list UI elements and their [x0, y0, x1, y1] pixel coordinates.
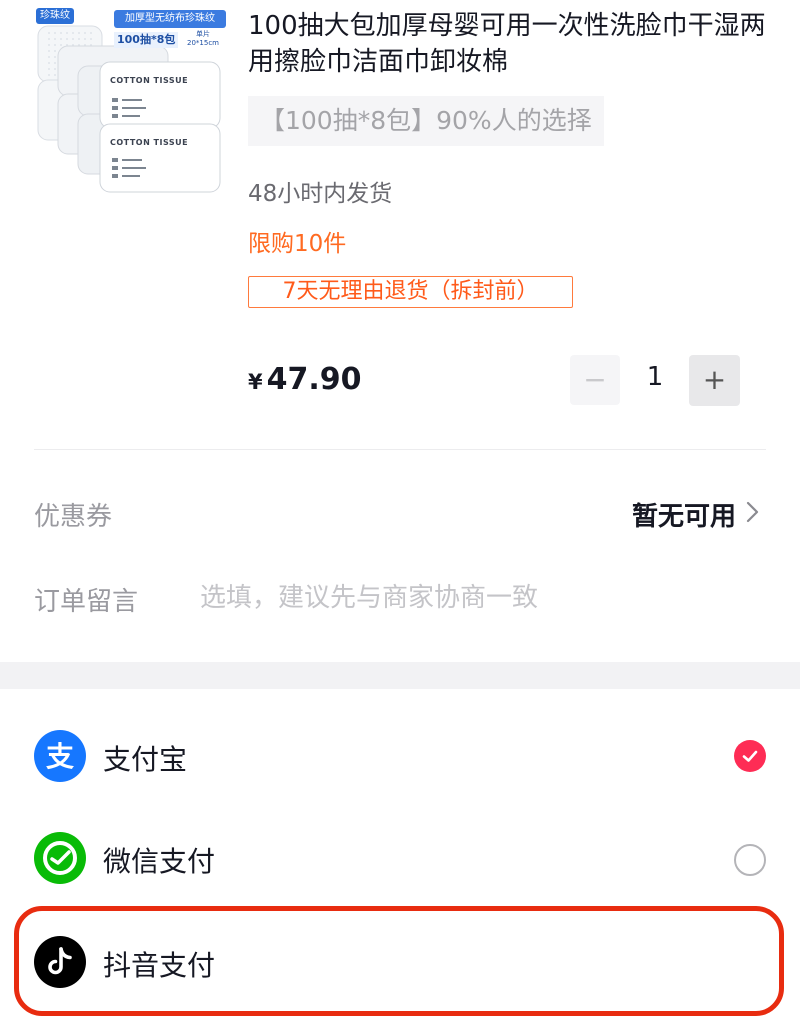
image-size-label: 单片 20*15cm — [187, 30, 219, 47]
price: ¥47.90 — [248, 362, 362, 397]
memo-input[interactable] — [200, 578, 760, 618]
coupon-label: 优惠券 — [34, 502, 113, 532]
image-pack-label: COTTON TISSUE — [110, 76, 189, 85]
payment-name: 微信支付 — [103, 845, 216, 878]
payment-option-wechat[interactable]: 微信支付 — [0, 808, 800, 908]
product-spec[interactable]: 【100抽*8包】90%人的选择 — [248, 96, 604, 146]
quantity-minus-button[interactable]: − — [570, 355, 620, 405]
shipping-info: 48小时内发货 — [248, 181, 393, 207]
product-title: 100抽大包加厚母婴可用一次性洗脸巾干湿两用擦脸巾洁面巾卸妆棉 — [248, 11, 766, 77]
payment-option-alipay[interactable]: 支 支付宝 — [0, 706, 800, 806]
return-policy-badge: 7天无理由退货（拆封前） — [248, 276, 573, 308]
quantity-plus-button[interactable]: + — [689, 355, 740, 406]
payment-name: 支付宝 — [103, 743, 188, 776]
image-count-label: 100抽*8包 — [114, 32, 179, 48]
chevron-right-icon[interactable] — [746, 500, 760, 524]
product-image[interactable]: 珍珠纹 加厚型无纺布珍珠纹 100抽*8包 单片 20*15cm COTTON … — [34, 6, 228, 194]
image-badge: 珍珠纹 — [36, 8, 74, 24]
alipay-icon: 支 — [34, 730, 86, 782]
svg-text:支: 支 — [46, 740, 74, 773]
divider — [34, 449, 766, 450]
purchase-limit: 限购10件 — [248, 231, 347, 257]
wechat-pay-icon — [34, 832, 86, 884]
radio-checked-icon[interactable] — [734, 740, 766, 772]
section-gap — [0, 662, 800, 689]
memo-label: 订单留言 — [34, 587, 139, 617]
price-amount: 47.90 — [266, 362, 362, 397]
coupon-value[interactable]: 暂无可用 — [632, 496, 736, 533]
image-pack-label: COTTON TISSUE — [110, 138, 189, 147]
highlight-outline — [14, 906, 784, 1016]
radio-unchecked-icon[interactable] — [734, 844, 766, 876]
image-banner: 加厚型无纺布珍珠纹 — [114, 10, 226, 28]
currency-symbol: ¥ — [248, 370, 263, 394]
quantity-value[interactable]: 1 — [635, 362, 675, 392]
